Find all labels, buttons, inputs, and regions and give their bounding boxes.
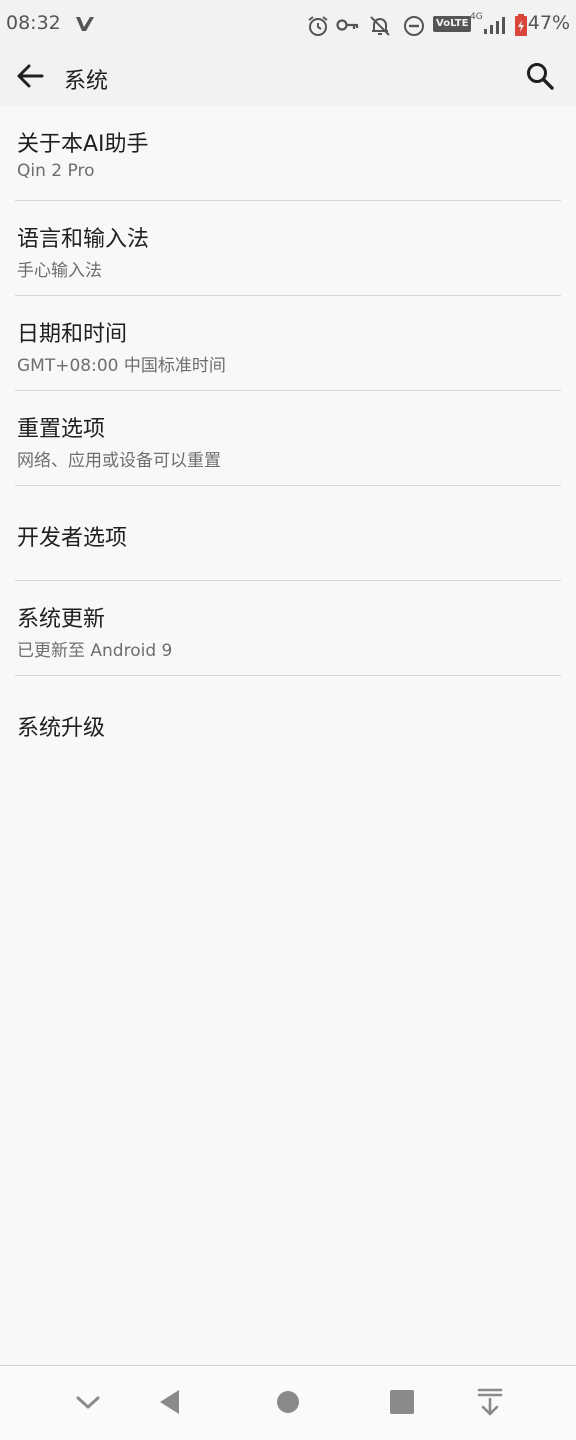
do-not-disturb-icon (402, 14, 426, 42)
setting-item-system-upgrade[interactable]: 系统升级 (0, 676, 576, 771)
vpn-key-icon (336, 16, 360, 38)
setting-item-system-update[interactable]: 系统更新 已更新至 Android 9 (0, 581, 576, 676)
page-title: 系统 (64, 69, 109, 94)
notifications-off-icon (368, 14, 392, 42)
status-time: 08:32 (6, 12, 61, 34)
setting-title: 开发者选项 (17, 526, 128, 551)
arrow-back-icon (16, 62, 44, 94)
nav-recents-button[interactable] (382, 1384, 422, 1424)
recents-square-icon (389, 1389, 415, 1419)
setting-subtitle: 网络、应用或设备可以重置 (17, 451, 221, 471)
settings-list: 关于本AI助手 Qin 2 Pro 语言和输入法 手心输入法 日期和时间 GMT… (0, 106, 576, 771)
setting-item-language-input[interactable]: 语言和输入法 手心输入法 (0, 201, 576, 296)
setting-subtitle: GMT+08:00 中国标准时间 (17, 356, 226, 376)
setting-title: 日期和时间 (17, 322, 128, 347)
setting-item-about[interactable]: 关于本AI助手 Qin 2 Pro (0, 106, 576, 201)
home-circle-icon (275, 1389, 301, 1419)
alarm-icon (306, 14, 330, 42)
signal-icon (483, 15, 507, 39)
nav-home-button[interactable] (268, 1384, 308, 1424)
setting-subtitle: 手心输入法 (17, 261, 102, 281)
setting-item-developer-options[interactable]: 开发者选项 (0, 486, 576, 581)
back-triangle-icon (157, 1388, 183, 1420)
search-icon (525, 61, 555, 95)
volte-icon: VoLTE (433, 16, 472, 32)
chevron-down-icon (75, 1389, 101, 1419)
setting-item-reset-options[interactable]: 重置选项 网络、应用或设备可以重置 (0, 391, 576, 486)
setting-subtitle: 已更新至 Android 9 (17, 641, 173, 661)
setting-title: 系统升级 (17, 716, 106, 741)
search-button[interactable] (518, 56, 562, 100)
nav-pull-down-button[interactable] (470, 1384, 510, 1424)
v-icon (74, 14, 96, 38)
back-button[interactable] (8, 56, 52, 100)
nav-hide-button[interactable] (68, 1384, 108, 1424)
setting-subtitle: Qin 2 Pro (17, 161, 95, 181)
nav-back-button[interactable] (150, 1384, 190, 1424)
navigation-bar (0, 1365, 576, 1440)
network-4g-icon: 4G (470, 12, 483, 22)
setting-item-date-time[interactable]: 日期和时间 GMT+08:00 中国标准时间 (0, 296, 576, 391)
setting-title: 关于本AI助手 (17, 132, 149, 157)
status-bar: 08:32 VoLTE 4G 47% (0, 0, 576, 50)
setting-title: 语言和输入法 (17, 227, 150, 252)
battery-icon (513, 13, 529, 41)
setting-title: 重置选项 (17, 417, 106, 442)
pull-down-icon (476, 1387, 504, 1421)
setting-title: 系统更新 (17, 607, 106, 632)
battery-percent: 47% (527, 12, 570, 34)
app-bar: 系统 (0, 50, 576, 106)
